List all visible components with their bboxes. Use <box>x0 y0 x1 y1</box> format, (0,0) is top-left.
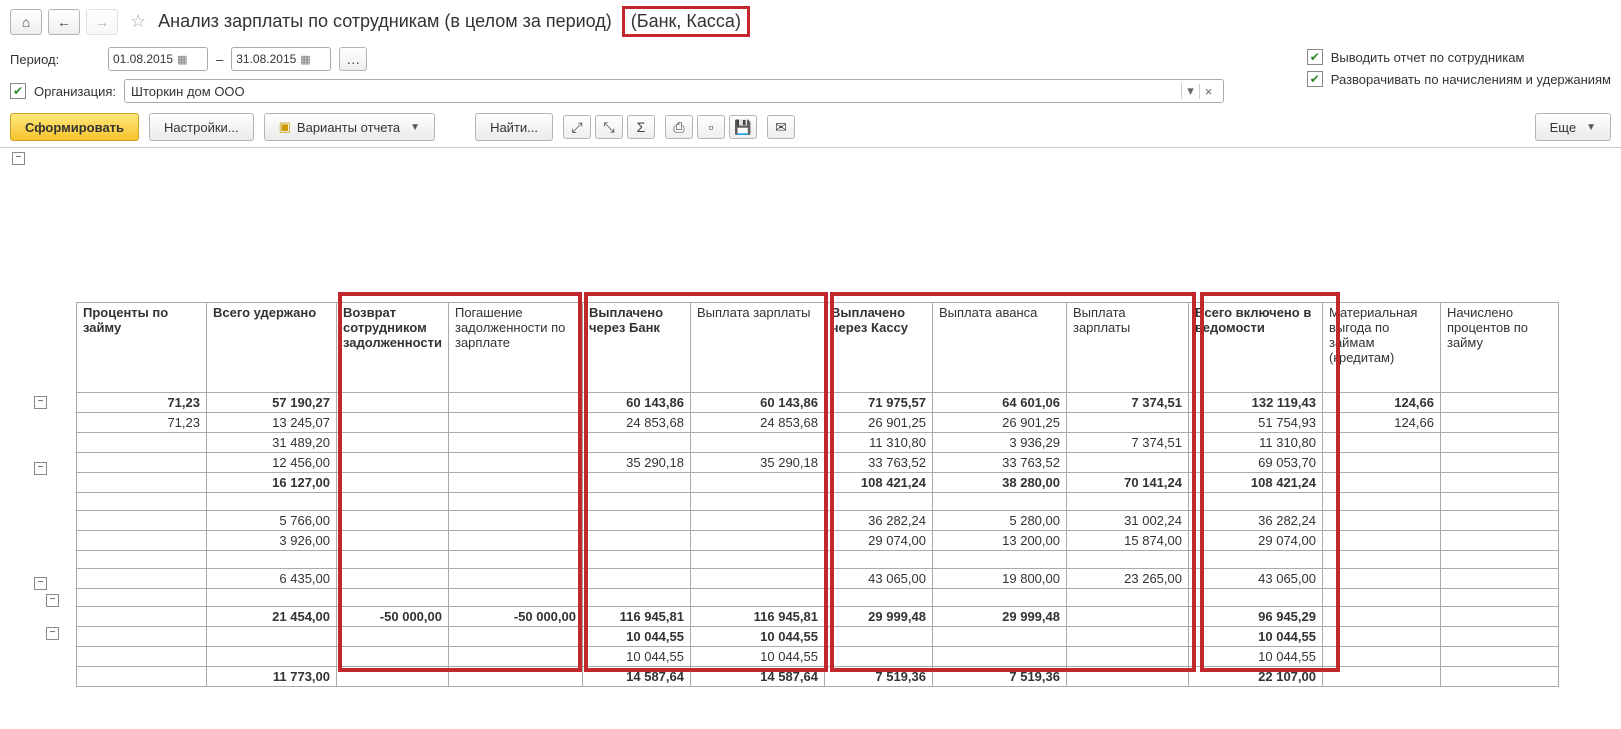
org-select[interactable]: Шторкин дом ООО ▾ × <box>124 79 1224 103</box>
table-row[interactable]: 6 435,0043 065,0019 800,0023 265,0043 06… <box>77 569 1559 589</box>
settings-button[interactable]: Настройки... <box>149 113 254 141</box>
email-button[interactable]: ✉ <box>767 115 795 139</box>
opt-expand-label: Разворачивать по начислениям и удержания… <box>1331 72 1611 87</box>
page-title-suffix: (Банк, Касса) <box>622 6 750 37</box>
report-variants-button[interactable]: ▣ Варианты отчета ▼ <box>264 113 435 141</box>
expand-all-button[interactable]: ⤢ <box>563 115 591 139</box>
page-title: Анализ зарплаты по сотрудникам (в целом … <box>158 11 612 32</box>
sum-button[interactable]: Σ <box>627 115 655 139</box>
opt-employees-label: Выводить отчет по сотрудникам <box>1331 50 1525 65</box>
column-header: Всего включено в ведомости <box>1188 303 1322 393</box>
opt-expand-checkbox[interactable]: ✔ <box>1307 71 1323 87</box>
forward-button[interactable]: → <box>86 9 118 35</box>
table-row[interactable] <box>77 589 1559 607</box>
column-header: Выплата аванса <box>932 303 1066 393</box>
table-row[interactable]: 11 773,0014 587,6414 587,647 519,367 519… <box>77 667 1559 687</box>
print-button[interactable]: ⎙ <box>665 115 693 139</box>
table-row[interactable]: 3 926,0029 074,0013 200,0015 874,0029 07… <box>77 531 1559 551</box>
preview-button[interactable]: ▫ <box>697 115 725 139</box>
period-label: Период: <box>10 52 100 67</box>
calendar-icon[interactable]: ▦ <box>300 53 310 66</box>
table-row[interactable]: 12 456,0035 290,1835 290,1833 763,5233 7… <box>77 453 1559 473</box>
column-header: Начислено процентов по займу <box>1440 303 1558 393</box>
table-row[interactable]: 31 489,2011 310,803 936,297 374,5111 310… <box>77 433 1559 453</box>
tree-toggle[interactable]: − <box>12 152 25 165</box>
column-header: Погашение задолженности по зарплате <box>448 303 582 393</box>
table-row[interactable]: 21 454,00-50 000,00-50 000,00116 945,811… <box>77 607 1559 627</box>
column-header: Материальная выгода по займам (кредитам) <box>1322 303 1440 393</box>
clear-icon[interactable]: × <box>1199 84 1217 99</box>
column-header: Возврат сотрудником задолженности <box>337 303 449 393</box>
column-header: Всего удержано <box>207 303 337 393</box>
table-row[interactable]: 10 044,5510 044,5510 044,55 <box>77 647 1559 667</box>
column-header: Выплата зарплаты <box>1066 303 1188 393</box>
tree-toggle[interactable]: − <box>34 577 47 590</box>
date-from-input[interactable]: 01.08.2015 ▦ <box>108 47 208 71</box>
table-row[interactable]: 10 044,5510 044,5510 044,55 <box>77 627 1559 647</box>
dropdown-icon[interactable]: ▾ <box>1181 83 1199 99</box>
table-row[interactable] <box>77 687 1559 688</box>
favorite-icon[interactable]: ☆ <box>130 11 146 32</box>
find-button[interactable]: Найти... <box>475 113 553 141</box>
home-button[interactable]: ⌂ <box>10 9 42 35</box>
table-row[interactable]: 16 127,00108 421,2438 280,0070 141,24108… <box>77 473 1559 493</box>
org-checkbox[interactable]: ✔ <box>10 83 26 99</box>
chevron-down-icon: ▼ <box>1586 122 1596 133</box>
generate-button[interactable]: Сформировать <box>10 113 139 141</box>
period-picker-button[interactable]: … <box>339 47 367 71</box>
table-row[interactable]: 5 766,0036 282,245 280,0031 002,2436 282… <box>77 511 1559 531</box>
table-row[interactable]: 71,2313 245,0724 853,6824 853,6826 901,2… <box>77 413 1559 433</box>
tree-toggle[interactable]: − <box>34 462 47 475</box>
column-header: Проценты по займу <box>77 303 207 393</box>
column-header: Выплачено через Банк <box>582 303 690 393</box>
table-row[interactable] <box>77 493 1559 511</box>
table-row[interactable] <box>77 551 1559 569</box>
org-label: Организация: <box>34 84 116 99</box>
back-button[interactable]: ← <box>48 9 80 35</box>
folder-icon: ▣ <box>279 119 291 135</box>
report-table: Проценты по займуВсего удержаноВозврат с… <box>76 302 1559 687</box>
column-header: Выплата зарплаты <box>690 303 824 393</box>
table-row[interactable]: 71,2357 190,2760 143,8660 143,8671 975,5… <box>77 393 1559 413</box>
tree-toggle[interactable]: − <box>46 627 59 640</box>
chevron-down-icon: ▼ <box>410 122 420 133</box>
collapse-all-button[interactable]: ⤡ <box>595 115 623 139</box>
calendar-icon[interactable]: ▦ <box>177 53 187 66</box>
tree-toggle[interactable]: − <box>34 396 47 409</box>
column-header: Выплачено через Кассу <box>824 303 932 393</box>
date-to-input[interactable]: 31.08.2015 ▦ <box>231 47 331 71</box>
opt-employees-checkbox[interactable]: ✔ <box>1307 49 1323 65</box>
save-button[interactable]: 💾 <box>729 115 757 139</box>
more-button[interactable]: Еще ▼ <box>1535 113 1611 141</box>
tree-toggle[interactable]: − <box>46 594 59 607</box>
